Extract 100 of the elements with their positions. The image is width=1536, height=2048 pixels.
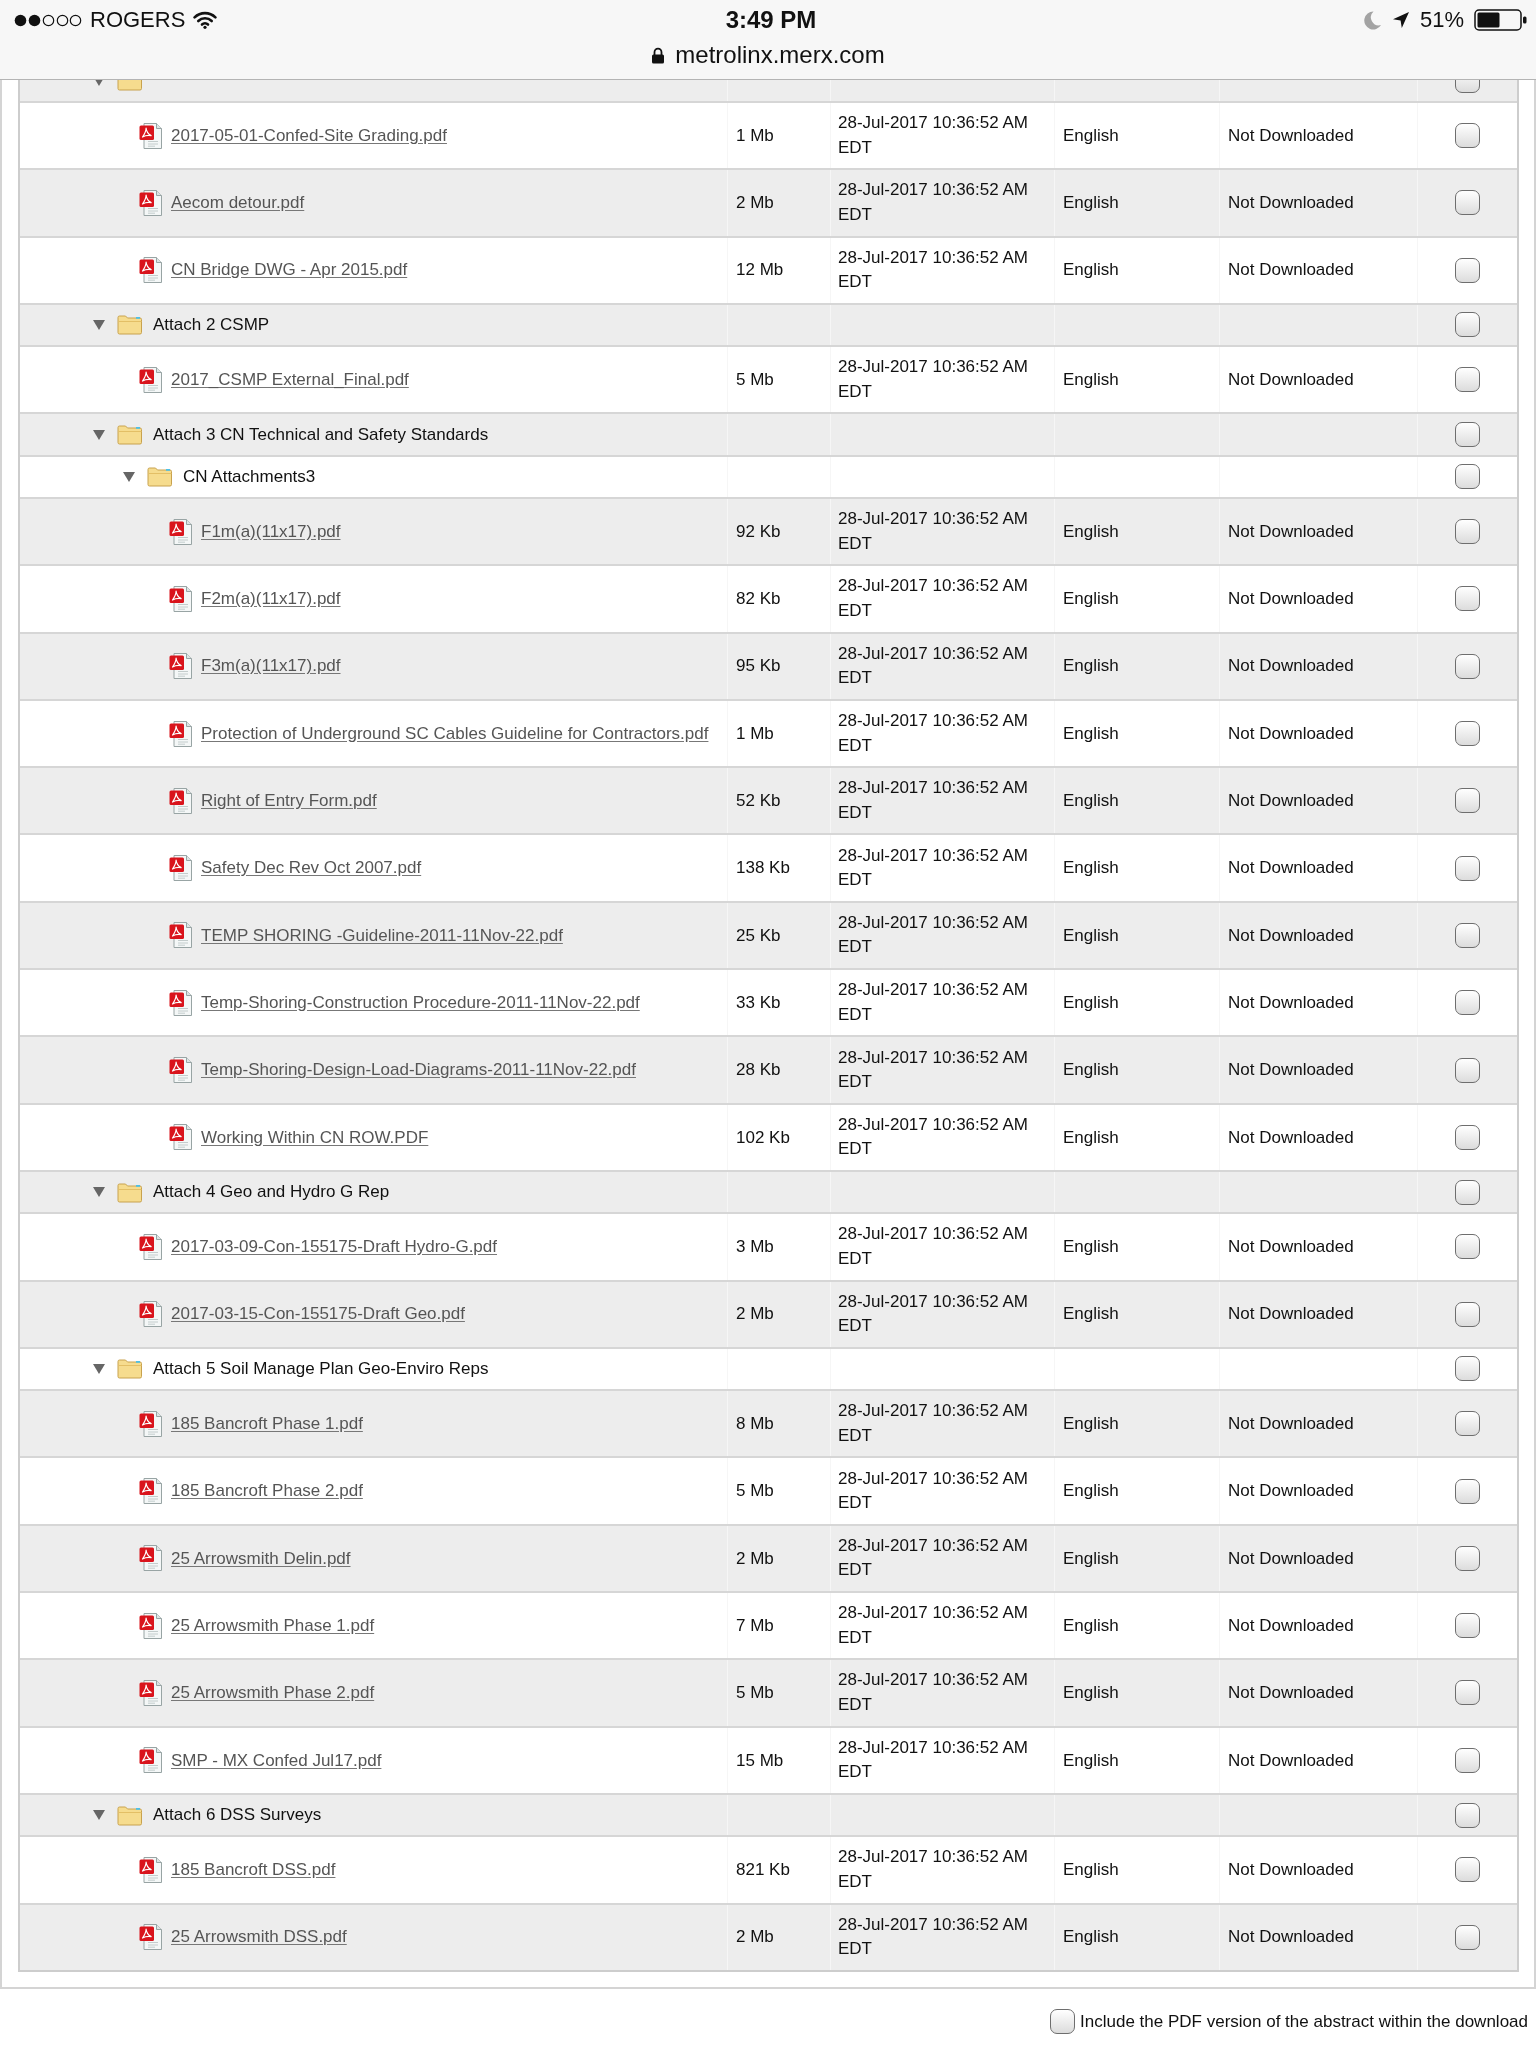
upload-date: 28-Jul-2017 10:36:52 AM EDT <box>838 1534 1029 1582</box>
folder-name: CN Attachments3 <box>183 466 316 489</box>
row-checkbox[interactable] <box>1455 1802 1480 1828</box>
language-text: English <box>1063 259 1119 282</box>
file-link[interactable]: 185 Bancroft Phase 1.pdf <box>171 1411 363 1437</box>
row-checkbox[interactable] <box>1455 922 1480 948</box>
folder-name: Attach 2 CSMP <box>153 314 270 337</box>
row-checkbox[interactable] <box>1455 367 1480 393</box>
file-link[interactable]: 25 Arrowsmith Delin.pdf <box>171 1545 351 1572</box>
row-checkbox[interactable] <box>1455 1057 1480 1083</box>
row-checkbox[interactable] <box>1455 312 1480 338</box>
caret-down-icon[interactable] <box>123 471 135 482</box>
download-status: Not Downloaded <box>1228 1926 1354 1949</box>
file-size: 5 Mb <box>736 1682 774 1705</box>
include-abstract-checkbox[interactable] <box>1050 2009 1076 2035</box>
upload-date: 28-Jul-2017 10:36:52 AM EDT <box>838 1669 1029 1716</box>
file-link[interactable]: 185 Bancroft Phase 2.pdf <box>171 1478 363 1504</box>
pdf-file-icon <box>139 1679 163 1706</box>
file-link[interactable]: 2017-03-15-Con-155175-Draft Geo.pdf <box>171 1301 465 1327</box>
row-checkbox[interactable] <box>1455 1747 1480 1773</box>
language-text: English <box>1063 991 1119 1014</box>
carrier-name: ROGERS <box>90 9 186 31</box>
file-size: 5 Mb <box>736 369 774 391</box>
row-checkbox[interactable] <box>1455 1234 1480 1260</box>
pdf-file-icon <box>139 1301 163 1328</box>
file-link[interactable]: 2017-03-09-Con-155175-Draft Hydro-G.pdf <box>171 1234 497 1260</box>
file-link[interactable]: F3m(a)(11x17).pdf <box>201 653 341 679</box>
row-checkbox[interactable] <box>1455 464 1480 490</box>
language-text: English <box>1063 1480 1119 1503</box>
download-status: Not Downloaded <box>1228 1547 1354 1570</box>
row-checkbox[interactable] <box>1455 1301 1480 1327</box>
file-link[interactable]: Temp-Shoring-Design-Load-Diagrams-2011-11Nov-22.pdf <box>201 1057 636 1083</box>
download-status: Not Downloaded <box>1228 1859 1354 1882</box>
file-link[interactable]: Aecom detour.pdf <box>171 190 305 216</box>
pdf-file-icon <box>139 257 163 284</box>
file-link[interactable]: 25 Arrowsmith Phase 1.pdf <box>171 1612 375 1639</box>
caret-down-icon[interactable] <box>93 429 105 440</box>
upload-date: 28-Jul-2017 10:36:52 AM EDT <box>838 1223 1029 1270</box>
caret-down-icon[interactable] <box>93 1187 105 1198</box>
row-checkbox[interactable] <box>1455 788 1480 814</box>
file-link[interactable]: Temp-Shoring-Construction Procedure-2011-11Nov-22.pdf <box>201 989 640 1016</box>
row-checkbox[interactable] <box>1455 422 1480 448</box>
language-text: English <box>1063 1413 1119 1436</box>
upload-date: 28-Jul-2017 10:36:52 AM EDT <box>838 1113 1029 1161</box>
language-text: English <box>1063 924 1119 947</box>
folder-icon <box>147 466 173 488</box>
file-link[interactable]: Right of Entry Form.pdf <box>201 788 377 814</box>
pdf-file-icon <box>169 585 193 612</box>
upload-date: 28-Jul-2017 10:36:52 AM EDT <box>838 979 1029 1026</box>
file-size: 2 Mb <box>736 192 774 215</box>
row-checkbox[interactable] <box>1455 653 1480 679</box>
row-checkbox[interactable] <box>1455 1411 1480 1437</box>
file-link[interactable]: 185 Bancroft DSS.pdf <box>171 1857 336 1883</box>
file-size: 8 Mb <box>736 1413 774 1436</box>
caret-down-icon[interactable] <box>93 1810 105 1821</box>
file-link[interactable]: 25 Arrowsmith DSS.pdf <box>171 1924 347 1950</box>
row-checkbox[interactable] <box>1455 1680 1480 1706</box>
row-checkbox[interactable] <box>1455 1613 1480 1639</box>
file-link[interactable]: TEMP SHORING -Guideline-2011-11Nov-22.pdf <box>201 922 563 949</box>
file-link[interactable]: 2017-05-01-Confed-Site Grading.pdf <box>171 122 447 149</box>
file-link[interactable]: 25 Arrowsmith Phase 2.pdf <box>171 1680 375 1706</box>
download-status: Not Downloaded <box>1228 520 1354 543</box>
upload-date: 28-Jul-2017 10:36:52 AM EDT <box>838 1046 1029 1093</box>
file-link[interactable]: 2017_CSMP External_Final.pdf <box>171 367 409 393</box>
language-text: English <box>1063 722 1119 745</box>
row-checkbox[interactable] <box>1455 1124 1480 1150</box>
file-size: 1 Mb <box>736 722 774 745</box>
row-checkbox[interactable] <box>1455 990 1480 1016</box>
file-size: 12 Mb <box>736 259 784 282</box>
row-checkbox[interactable] <box>1455 721 1480 746</box>
caret-down-icon[interactable] <box>93 319 105 330</box>
clock-time: 3:49 PM <box>725 8 817 32</box>
file-link[interactable]: Safety Dec Rev Oct 2007.pdf <box>201 855 422 881</box>
row-checkbox[interactable] <box>1455 1356 1480 1382</box>
pdf-file-icon <box>139 1233 163 1260</box>
row-checkbox[interactable] <box>1455 1857 1480 1883</box>
pdf-file-icon <box>169 653 193 680</box>
row-checkbox[interactable] <box>1455 519 1480 545</box>
file-size: 3 Mb <box>736 1236 774 1259</box>
caret-down-icon[interactable] <box>93 1364 105 1374</box>
row-checkbox[interactable] <box>1455 1545 1480 1571</box>
row-checkbox[interactable] <box>1455 190 1480 216</box>
file-link[interactable]: SMP - MX Confed Jul17.pdf <box>171 1747 382 1773</box>
file-link[interactable]: F1m(a)(11x17).pdf <box>201 518 341 545</box>
file-size: 2 Mb <box>736 1547 774 1570</box>
row-checkbox[interactable] <box>1455 257 1480 283</box>
row-checkbox[interactable] <box>1455 855 1480 881</box>
row-checkbox[interactable] <box>1455 123 1480 149</box>
row-checkbox[interactable] <box>1455 1478 1480 1504</box>
pdf-file-icon <box>139 1924 163 1951</box>
row-checkbox[interactable] <box>1455 586 1480 612</box>
folder-icon <box>117 1358 143 1380</box>
download-status: Not Downloaded <box>1228 588 1354 611</box>
file-link[interactable]: CN Bridge DWG - Apr 2015.pdf <box>171 257 408 283</box>
row-checkbox[interactable] <box>1455 1924 1480 1950</box>
row-checkbox[interactable] <box>1455 1179 1480 1205</box>
file-link[interactable]: Working Within CN ROW.PDF <box>201 1124 429 1151</box>
file-link[interactable]: F2m(a)(11x17).pdf <box>201 586 341 612</box>
file-link[interactable]: Protection of Underground SC Cables Guideline for Contractors.pdf <box>201 720 709 747</box>
pdf-file-icon <box>139 1747 163 1774</box>
